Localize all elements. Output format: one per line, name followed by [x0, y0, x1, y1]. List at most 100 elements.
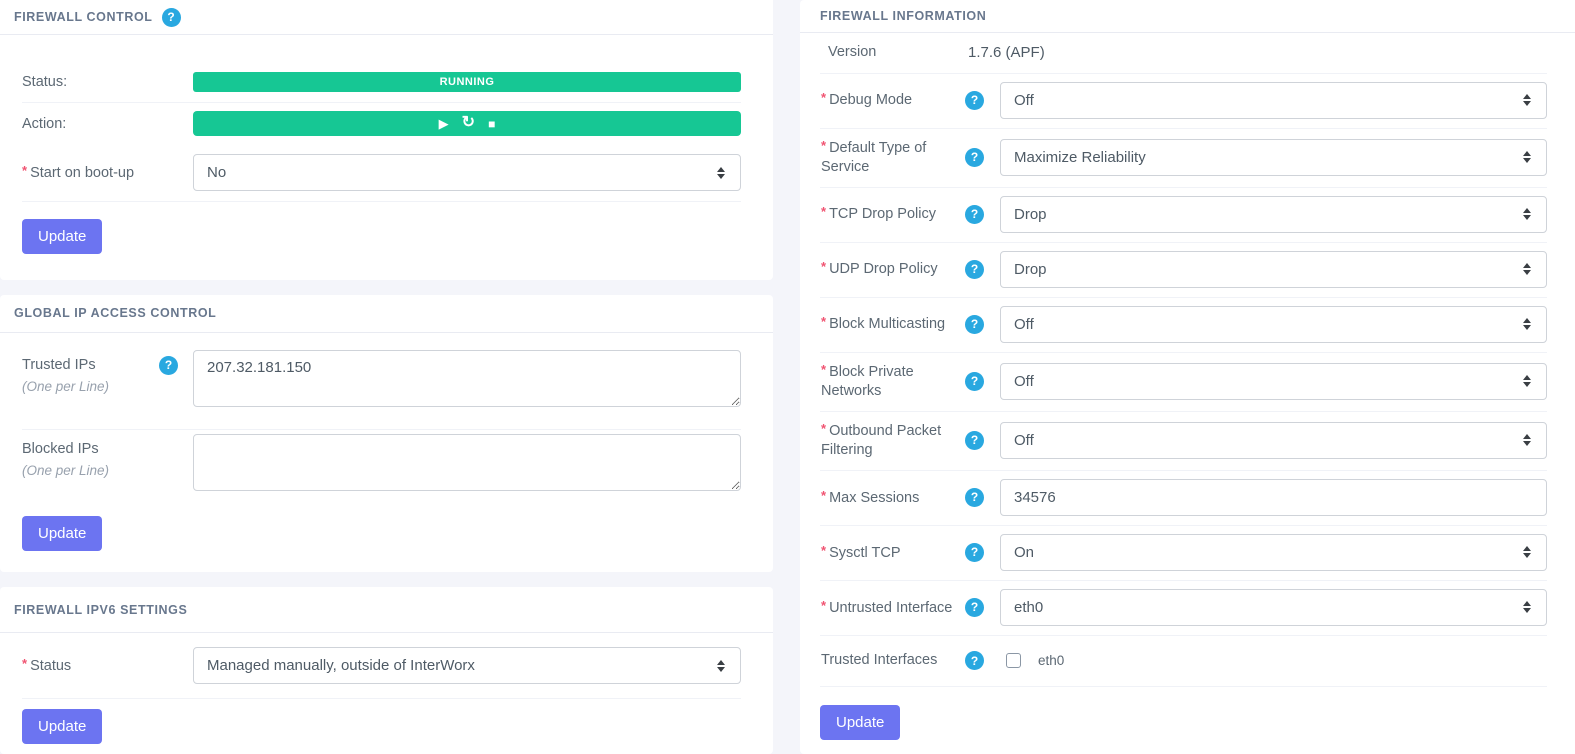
- ipv6-update-button[interactable]: Update: [22, 709, 102, 744]
- ipv6-status-select[interactable]: Managed manually, outside of InterWorx: [193, 647, 741, 684]
- help-icon[interactable]: ?: [965, 205, 984, 224]
- ipv6-status-row: *Status Managed manually, outside of Int…: [22, 633, 741, 699]
- firewall-control-title: FIREWALL CONTROL: [14, 10, 153, 24]
- global-ip-header: GLOBAL IP ACCESS CONTROL: [0, 295, 773, 333]
- firewall-information-update-button[interactable]: Update: [820, 705, 900, 740]
- version-label: Version: [820, 43, 960, 63]
- right-column: FIREWALL INFORMATION Version 1.7.6 (APF)…: [800, 0, 1575, 754]
- update-row: Update: [22, 699, 741, 754]
- trusted-interface-eth0-label: eth0: [1038, 653, 1064, 668]
- help-icon[interactable]: ?: [965, 372, 984, 391]
- version-value: 1.7.6 (APF): [960, 44, 1547, 61]
- help-icon[interactable]: ?: [159, 356, 178, 375]
- trusted-interfaces-label: Trusted Interfaces: [820, 651, 960, 671]
- trusted-ips-label-group: Trusted IPs ? (One per Line): [22, 350, 193, 397]
- tcp-drop-policy-row: *TCP Drop Policy ? Drop: [820, 188, 1547, 243]
- untrusted-interface-select[interactable]: eth0: [1000, 589, 1547, 626]
- global-ip-update-button[interactable]: Update: [22, 516, 102, 551]
- block-multicasting-label: *Block Multicasting: [820, 313, 960, 335]
- help-icon[interactable]: ?: [965, 148, 984, 167]
- boot-select[interactable]: No: [193, 154, 741, 191]
- blocked-ips-hint: (One per Line): [22, 462, 193, 481]
- select-caret-icon: [717, 167, 725, 179]
- tcp-drop-policy-label: *TCP Drop Policy: [820, 203, 960, 225]
- trusted-interfaces-row: Trusted Interfaces ? eth0: [820, 636, 1547, 687]
- trusted-ips-row: Trusted IPs ? (One per Line) 207.32.181.…: [22, 333, 741, 430]
- action-label: Action:: [22, 114, 193, 134]
- default-tos-label: *Default Type of Service: [820, 137, 960, 178]
- firewall-control-update-button[interactable]: Update: [22, 219, 102, 254]
- firewall-settings-page: FIREWALL CONTROL ? Status: RUNNING Actio…: [0, 0, 1575, 754]
- outbound-packet-filtering-select[interactable]: Off: [1000, 422, 1547, 459]
- blocked-ips-row: Blocked IPs (One per Line): [22, 431, 741, 506]
- help-icon[interactable]: ?: [965, 651, 984, 670]
- block-private-networks-select[interactable]: Off: [1000, 363, 1547, 400]
- select-caret-icon: [1523, 546, 1531, 558]
- untrusted-interface-row: *Untrusted Interface ? eth0: [820, 581, 1547, 636]
- ipv6-header: FIREWALL IPV6 SETTINGS: [0, 587, 773, 633]
- play-icon[interactable]: ▶: [439, 117, 449, 130]
- outbound-packet-filtering-row: *Outbound Packet Filtering ? Off: [820, 412, 1547, 471]
- select-caret-icon: [1523, 94, 1531, 106]
- trusted-ips-textarea[interactable]: 207.32.181.150: [193, 350, 741, 407]
- untrusted-interface-label: *Untrusted Interface: [820, 597, 960, 619]
- outbound-packet-filtering-label: *Outbound Packet Filtering: [820, 420, 960, 461]
- select-caret-icon: [1523, 263, 1531, 275]
- sysctl-tcp-select[interactable]: On: [1000, 534, 1547, 571]
- max-sessions-input[interactable]: [1000, 479, 1547, 516]
- ipv6-title: FIREWALL IPV6 SETTINGS: [14, 603, 187, 617]
- help-icon[interactable]: ?: [965, 543, 984, 562]
- default-tos-select[interactable]: Maximize Reliability: [1000, 139, 1547, 176]
- action-row: Action: ▶ ↻ ■: [22, 103, 741, 144]
- update-row: Update: [22, 506, 741, 561]
- block-multicasting-select[interactable]: Off: [1000, 306, 1547, 343]
- required-asterisk: *: [22, 163, 27, 178]
- select-caret-icon: [1523, 375, 1531, 387]
- help-icon[interactable]: ?: [965, 260, 984, 279]
- help-icon[interactable]: ?: [965, 91, 984, 110]
- blocked-ips-textarea[interactable]: [193, 434, 741, 491]
- udp-drop-policy-select[interactable]: Drop: [1000, 251, 1547, 288]
- help-icon[interactable]: ?: [965, 431, 984, 450]
- global-ip-access-card: GLOBAL IP ACCESS CONTROL Trusted IPs ? (…: [0, 295, 773, 572]
- ipv6-status-label: *Status: [22, 655, 193, 676]
- global-ip-title: GLOBAL IP ACCESS CONTROL: [14, 306, 216, 320]
- boot-row: *Start on boot-up No: [22, 144, 741, 202]
- blocked-ips-label-group: Blocked IPs (One per Line): [22, 434, 193, 481]
- left-column: FIREWALL CONTROL ? Status: RUNNING Actio…: [0, 0, 773, 754]
- trusted-ips-label: Trusted IPs: [22, 355, 96, 375]
- max-sessions-row: *Max Sessions ?: [820, 471, 1547, 526]
- status-badge: RUNNING: [193, 72, 741, 92]
- help-icon[interactable]: ?: [965, 315, 984, 334]
- boot-select-value: No: [207, 164, 226, 181]
- status-label: Status:: [22, 72, 193, 92]
- update-row: Update: [22, 202, 741, 271]
- debug-mode-select[interactable]: Off: [1000, 82, 1547, 119]
- restart-icon[interactable]: ↻: [462, 115, 475, 131]
- firewall-control-card: FIREWALL CONTROL ? Status: RUNNING Actio…: [0, 0, 773, 280]
- select-caret-icon: [1523, 601, 1531, 613]
- debug-mode-label: *Debug Mode: [820, 89, 960, 111]
- block-multicasting-row: *Block Multicasting ? Off: [820, 298, 1547, 353]
- help-icon[interactable]: ?: [162, 8, 181, 27]
- firewall-ipv6-card: FIREWALL IPV6 SETTINGS *Status Managed m…: [0, 587, 773, 754]
- sysctl-tcp-label: *Sysctl TCP: [820, 542, 960, 564]
- action-bar: ▶ ↻ ■: [193, 111, 741, 136]
- select-caret-icon: [717, 660, 725, 672]
- trusted-interface-eth0-checkbox[interactable]: [1006, 653, 1021, 668]
- firewall-control-header: FIREWALL CONTROL ?: [0, 0, 773, 35]
- trusted-ips-hint: (One per Line): [22, 378, 193, 397]
- status-row: Status: RUNNING: [22, 62, 741, 103]
- tcp-drop-policy-select[interactable]: Drop: [1000, 196, 1547, 233]
- required-asterisk: *: [22, 656, 27, 671]
- debug-mode-row: *Debug Mode ? Off: [820, 74, 1547, 129]
- firewall-information-header: FIREWALL INFORMATION: [800, 0, 1575, 33]
- ipv6-status-select-value: Managed manually, outside of InterWorx: [207, 657, 475, 674]
- stop-icon[interactable]: ■: [488, 118, 495, 130]
- udp-drop-policy-row: *UDP Drop Policy ? Drop: [820, 243, 1547, 298]
- select-caret-icon: [1523, 434, 1531, 446]
- update-row: Update: [820, 687, 1547, 754]
- help-icon[interactable]: ?: [965, 488, 984, 507]
- help-icon[interactable]: ?: [965, 598, 984, 617]
- firewall-information-card: FIREWALL INFORMATION Version 1.7.6 (APF)…: [800, 0, 1575, 754]
